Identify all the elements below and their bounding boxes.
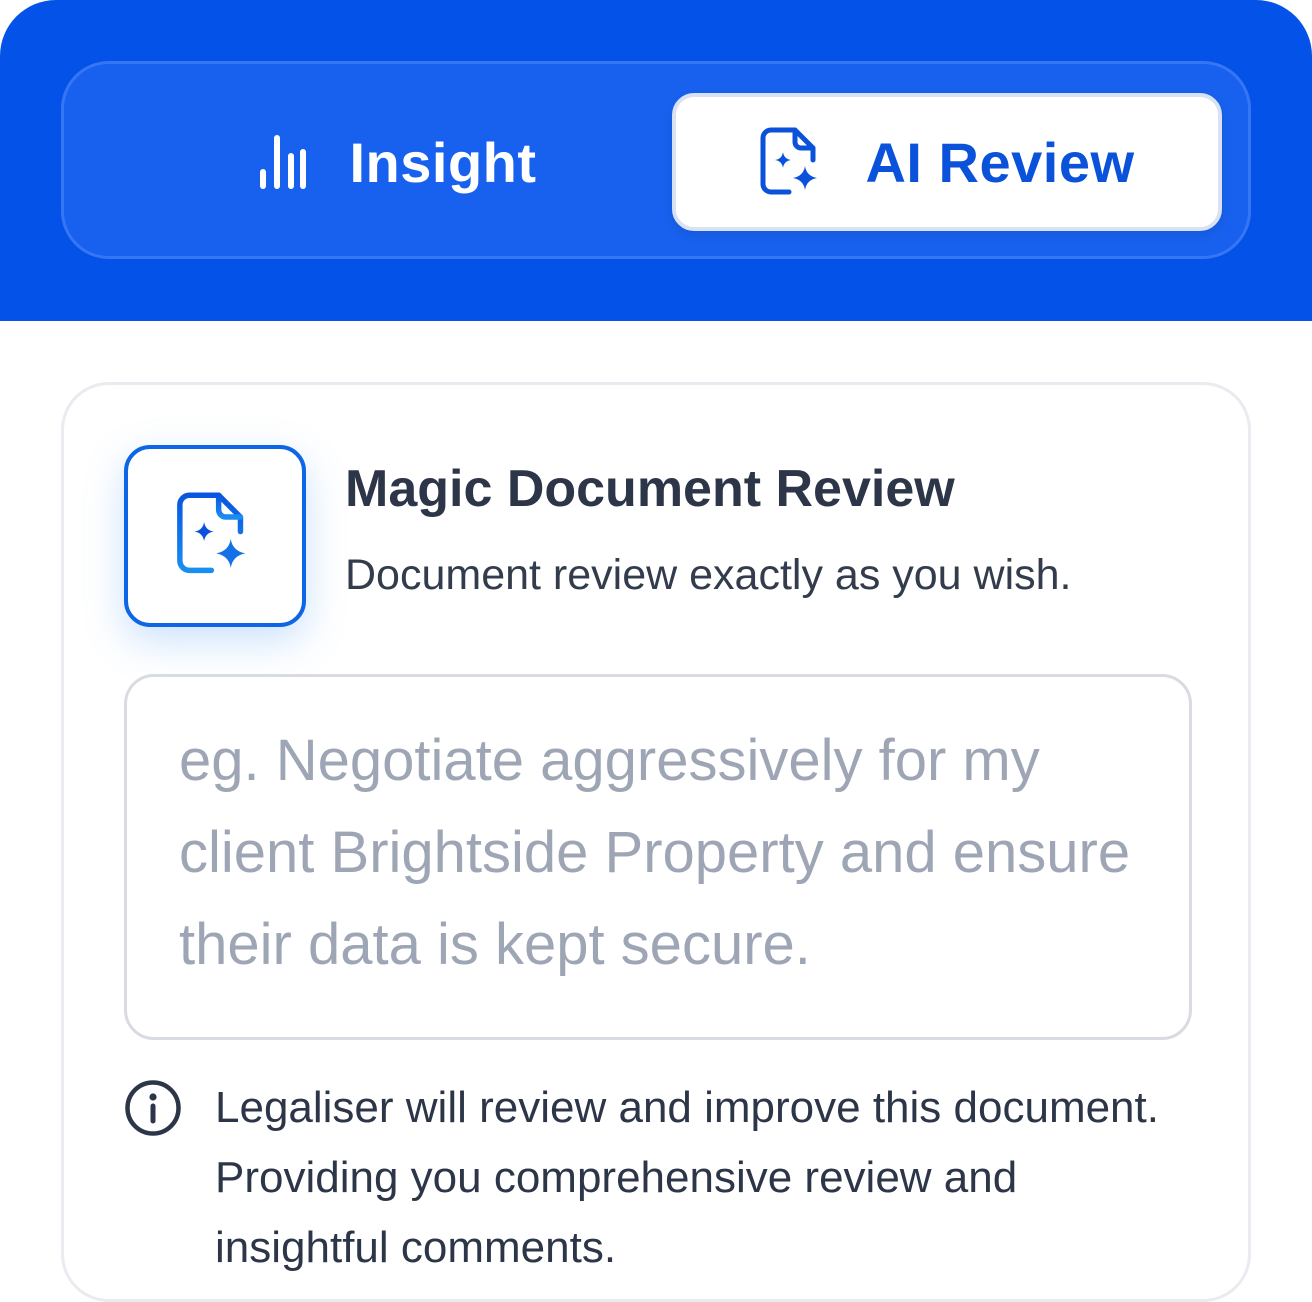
tab-ai-review[interactable]: AI Review <box>672 93 1222 231</box>
tab-ai-review-label: AI Review <box>865 130 1135 194</box>
tab-insight-label: Insight <box>349 130 537 194</box>
bar-chart-icon <box>257 132 309 192</box>
card-title: Magic Document Review <box>345 460 955 518</box>
card-subtitle: Document review exactly as you wish. <box>345 551 1072 599</box>
info-icon <box>124 1079 182 1137</box>
magic-review-card: Magic Document Review Document review ex… <box>61 382 1251 1302</box>
tab-insight[interactable]: Insight <box>122 93 672 231</box>
review-instructions-input[interactable]: eg. Negotiate aggressively for my client… <box>124 674 1192 1040</box>
document-sparkle-icon <box>759 126 825 198</box>
document-sparkle-icon <box>175 490 255 583</box>
review-instructions-placeholder: eg. Negotiate aggressively for my client… <box>179 728 1131 977</box>
header-bar: Insight AI Review <box>0 0 1312 321</box>
document-icon-box <box>124 445 306 627</box>
info-text: Legaliser will review and improve this d… <box>215 1083 1159 1272</box>
tab-switcher: Insight AI Review <box>61 61 1251 259</box>
